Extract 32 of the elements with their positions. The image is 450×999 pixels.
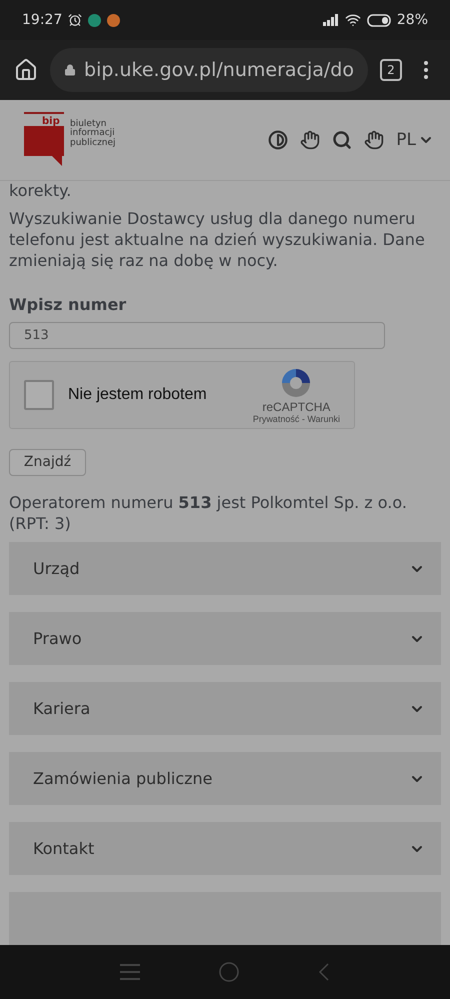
- field-label: Wpisz numer: [9, 295, 128, 314]
- find-button[interactable]: Znajdź: [9, 448, 86, 476]
- home-icon[interactable]: [14, 58, 38, 82]
- intro-text: Wyszukiwanie Dostawcy usług dla danego numeru telefonu jest aktualne na dzień wyszukiwania. Dane zmieniają się raz na dobę w nocy.: [9, 208, 426, 271]
- menu-item[interactable]: Kariera: [9, 682, 441, 735]
- captcha-label: Nie jestem robotem: [68, 386, 208, 404]
- alarm-icon: [68, 13, 82, 27]
- menu-item[interactable]: Zamówienia publiczne: [9, 752, 441, 805]
- logo-mark[interactable]: bip: [22, 112, 68, 168]
- paragraph-text: korekty.: [9, 182, 72, 200]
- wifi-icon: [344, 12, 361, 28]
- menu-item[interactable]: Prawo: [9, 612, 441, 665]
- menu-item[interactable]: Urząd: [9, 542, 441, 595]
- language-selector[interactable]: PL: [396, 130, 434, 150]
- captcha-checkbox[interactable]: [24, 380, 54, 410]
- captcha-brand: reCAPTCHA: [262, 400, 330, 414]
- search-icon[interactable]: [332, 130, 352, 150]
- menu-item[interactable]: Kontakt: [9, 822, 441, 875]
- app-notification-icon: [107, 14, 120, 26]
- address-bar[interactable]: bip.uke.gov.pl/numeracja/do: [50, 48, 368, 92]
- captcha-links[interactable]: Prywatność - Warunki: [252, 414, 340, 424]
- logo-text: biuletyn informacji publicznej: [70, 120, 117, 148]
- chat-app-icon: [88, 14, 102, 26]
- clock-time: 19:27: [22, 12, 62, 28]
- tab-count[interactable]: 2: [380, 59, 402, 81]
- result-text: Operatorem numeru 513 jest Polkomtel Sp. z o.o. (RPT: 3): [9, 492, 408, 534]
- battery-icon: [366, 14, 391, 26]
- hand-icon[interactable]: [364, 130, 384, 150]
- contrast-icon[interactable]: [268, 130, 288, 150]
- battery-percent: 28%: [396, 12, 428, 28]
- signal-icon: [322, 14, 339, 26]
- number-input[interactable]: 513: [9, 322, 385, 349]
